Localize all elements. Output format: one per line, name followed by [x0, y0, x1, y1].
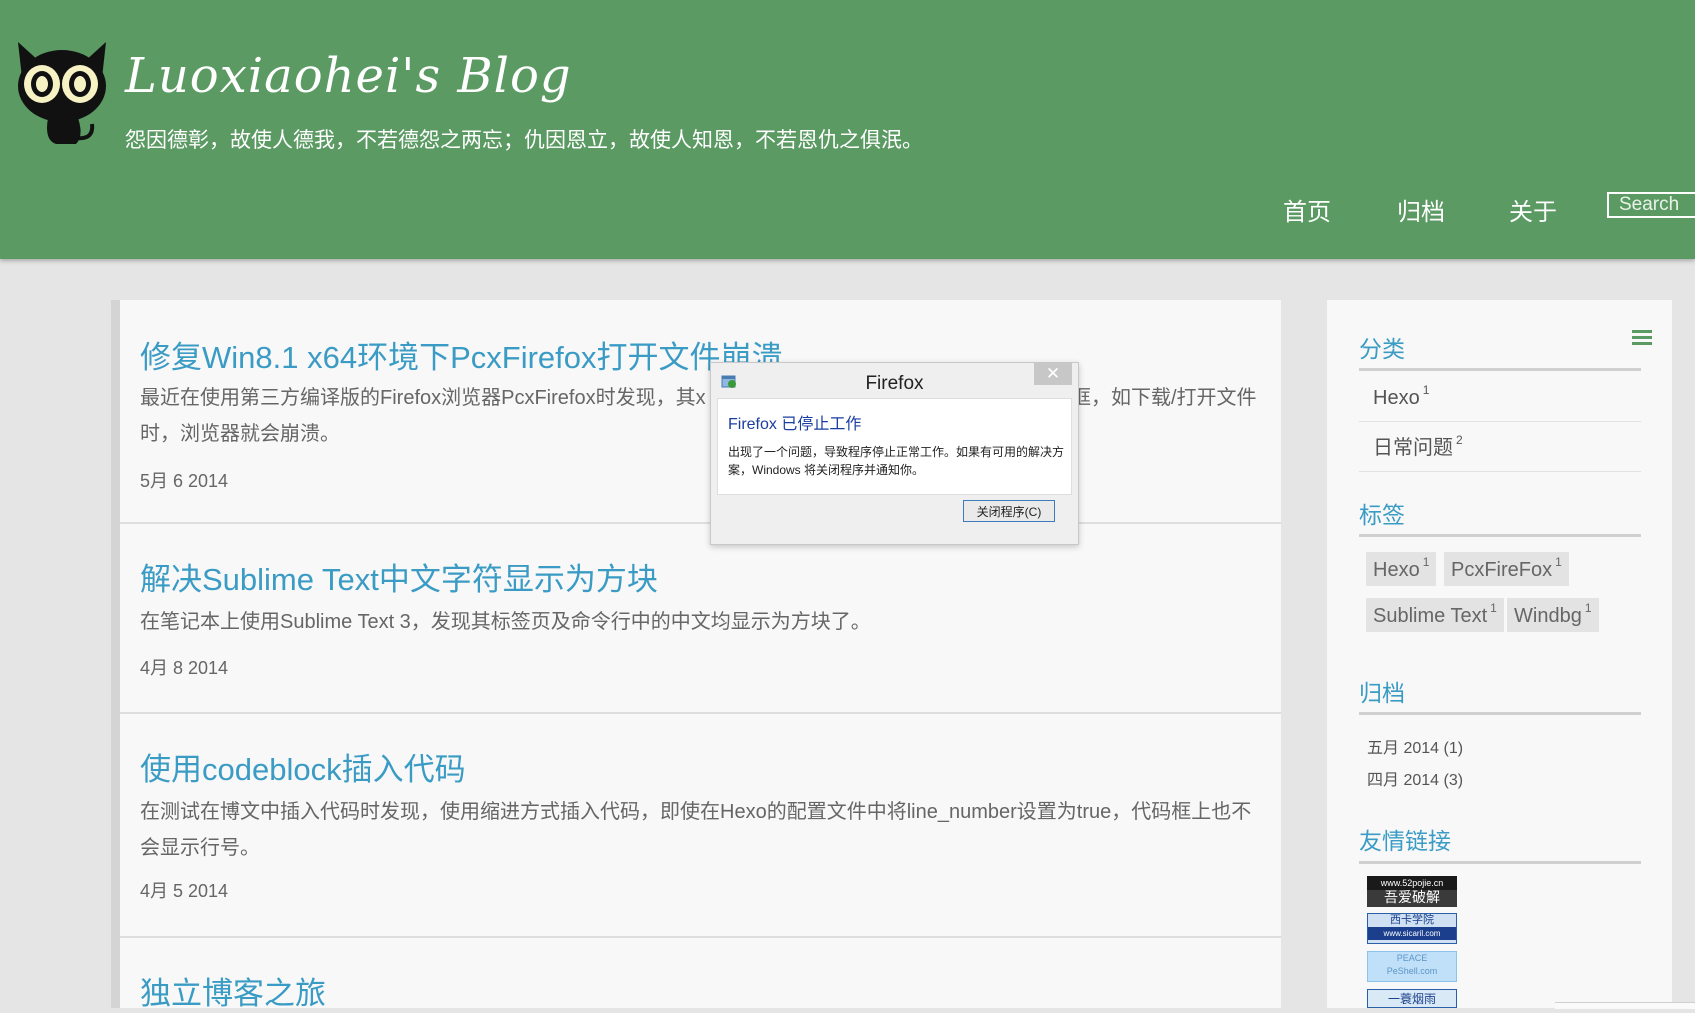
archive-item[interactable]: 四月 2014 (3)	[1367, 766, 1463, 790]
divider	[1359, 534, 1641, 537]
site-title[interactable]: Luoxiaohei's Blog	[125, 48, 572, 104]
close-program-button[interactable]: 关闭程序(C)	[963, 500, 1055, 522]
post-excerpt: 在测试在博文中插入代码时发现，使用缩进方式插入代码，即使在Hexo的配置文件中将…	[140, 801, 1252, 859]
tag-name: PcxFireFox	[1451, 559, 1553, 581]
cat-logo-icon[interactable]	[14, 40, 110, 146]
archive-item[interactable]: 五月 2014 (1)	[1367, 734, 1463, 758]
post-title[interactable]: 解决Sublime Text中文字符显示为方块	[140, 554, 658, 599]
friend-link-peshell[interactable]: PEACE PeShell.com	[1367, 951, 1457, 982]
menu-icon[interactable]	[1632, 330, 1652, 346]
divider	[1359, 368, 1641, 371]
post-excerpt: 在笔记本上使用Sublime Text 3，发现其标签页及命令行中的中文均显示为…	[140, 611, 871, 633]
post-date: 4月 5 2014	[140, 881, 229, 901]
post-title[interactable]: 独立博客之旅	[140, 968, 326, 1013]
nav-home[interactable]: 首页	[1283, 192, 1331, 227]
post-item: 独立博客之旅	[120, 938, 1281, 1011]
category-count: 1	[1422, 383, 1430, 397]
category-item[interactable]: 日常问题 2	[1359, 422, 1641, 472]
post-excerpt-text: 时，浏览器就会崩溃。	[140, 423, 340, 445]
category-item[interactable]: Hexo 1	[1359, 372, 1641, 422]
tag-item[interactable]: Hexo 1	[1366, 552, 1437, 586]
firefox-crash-dialog: Firefox ✕ Firefox 已停止工作 出现了一个问题，导致程序停止正常…	[710, 362, 1079, 545]
dialog-heading: Firefox 已停止工作	[728, 416, 862, 433]
tag-count: 1	[1490, 601, 1497, 615]
post-date: 5月 6 2014	[140, 471, 229, 491]
post-excerpt: 最近在使用第三方编译版的Firefox浏览器PcxFirefox时发现，其x 框…	[140, 380, 1257, 452]
friend-link-52pojie[interactable]: www.52pojie.cn 吾爱破解	[1367, 876, 1457, 907]
nav-archive[interactable]: 归档	[1397, 192, 1445, 227]
post-item: 使用codeblock插入代码 在测试在博文中插入代码时发现，使用缩进方式插入代…	[120, 714, 1281, 938]
tag-item[interactable]: Windbg 1	[1507, 598, 1599, 632]
friend-link-text: www.52pojie.cn	[1367, 876, 1457, 890]
nav-about[interactable]: 关于	[1509, 192, 1557, 227]
divider	[1359, 861, 1641, 864]
friend-link-text: www.sicaril.com	[1368, 927, 1456, 940]
post-list: 修复Win8.1 x64环境下PcxFirefox打开文件崩溃 最近在使用第三方…	[111, 300, 1281, 1011]
post-excerpt-text: 最近在使用第三方编译版的Firefox浏览器PcxFirefox时发现，其x	[140, 387, 706, 409]
divider	[1359, 712, 1641, 715]
tag-count: 1	[1422, 555, 1430, 569]
friend-link-yisuoyanyu[interactable]: 一蓑烟雨	[1367, 989, 1457, 1008]
post-date: 4月 8 2014	[140, 658, 229, 678]
tags-heading: 标签	[1359, 502, 1405, 528]
friend-link-sicaril[interactable]: 西卡学院 www.sicaril.com	[1367, 913, 1457, 944]
categories-heading: 分类	[1359, 336, 1405, 362]
sidebar: 分类 Hexo 1 日常问题 2 标签 Hexo 1 PcxFireFox 1 Subl…	[1327, 300, 1672, 1008]
post-title[interactable]: 使用codeblock插入代码	[140, 744, 466, 789]
post-item: 修复Win8.1 x64环境下PcxFirefox打开文件崩溃 最近在使用第三方…	[120, 300, 1281, 524]
post-item: 解决Sublime Text中文字符显示为方块 在笔记本上使用Sublime T…	[120, 524, 1281, 714]
site-subtitle: 怨因德彰，故使人德我，不若德怨之两忘；仇因恩立，故使人知恩，不若恩仇之俱泯。	[125, 129, 923, 152]
links-heading: 友情链接	[1359, 828, 1451, 854]
category-name: 日常问题	[1373, 437, 1453, 459]
post-title[interactable]: 修复Win8.1 x64环境下PcxFirefox打开文件崩溃	[140, 332, 783, 377]
friend-link-text: PeShell.com	[1386, 966, 1438, 976]
search-input[interactable]: Search	[1607, 192, 1695, 218]
friend-link-text: 西卡学院	[1390, 914, 1434, 926]
category-name: Hexo	[1373, 387, 1420, 409]
dialog-message: 出现了一个问题，导致程序停止正常工作。如果有可用的解决方案，Windows 将关…	[728, 445, 1065, 477]
close-icon[interactable]: ✕	[1034, 363, 1072, 385]
category-count: 2	[1456, 433, 1463, 447]
tag-name: Hexo	[1373, 559, 1420, 581]
friend-link-text: 一蓑烟雨	[1387, 992, 1436, 1006]
dialog-title: Firefox	[865, 373, 924, 394]
archive-heading: 归档	[1359, 680, 1405, 706]
friend-link-text: PEACE	[1396, 953, 1428, 963]
tag-item[interactable]: PcxFireFox 1	[1444, 552, 1569, 586]
post-excerpt-text: 框，如下载/打开文件	[1071, 387, 1257, 409]
dialog-body: Firefox 已停止工作 出现了一个问题，导致程序停止正常工作。如果有可用的解…	[717, 398, 1072, 495]
tag-name: Windbg	[1514, 605, 1582, 627]
tag-item[interactable]: Sublime Text 1	[1366, 598, 1504, 632]
tag-count: 1	[1555, 555, 1562, 569]
tag-count: 1	[1584, 601, 1592, 615]
site-header: Luoxiaohei's Blog 怨因德彰，故使人德我，不若德怨之两忘；仇因恩…	[0, 0, 1695, 259]
friend-link-text: 吾爱破解	[1384, 889, 1440, 905]
tag-name: Sublime Text	[1373, 605, 1488, 627]
